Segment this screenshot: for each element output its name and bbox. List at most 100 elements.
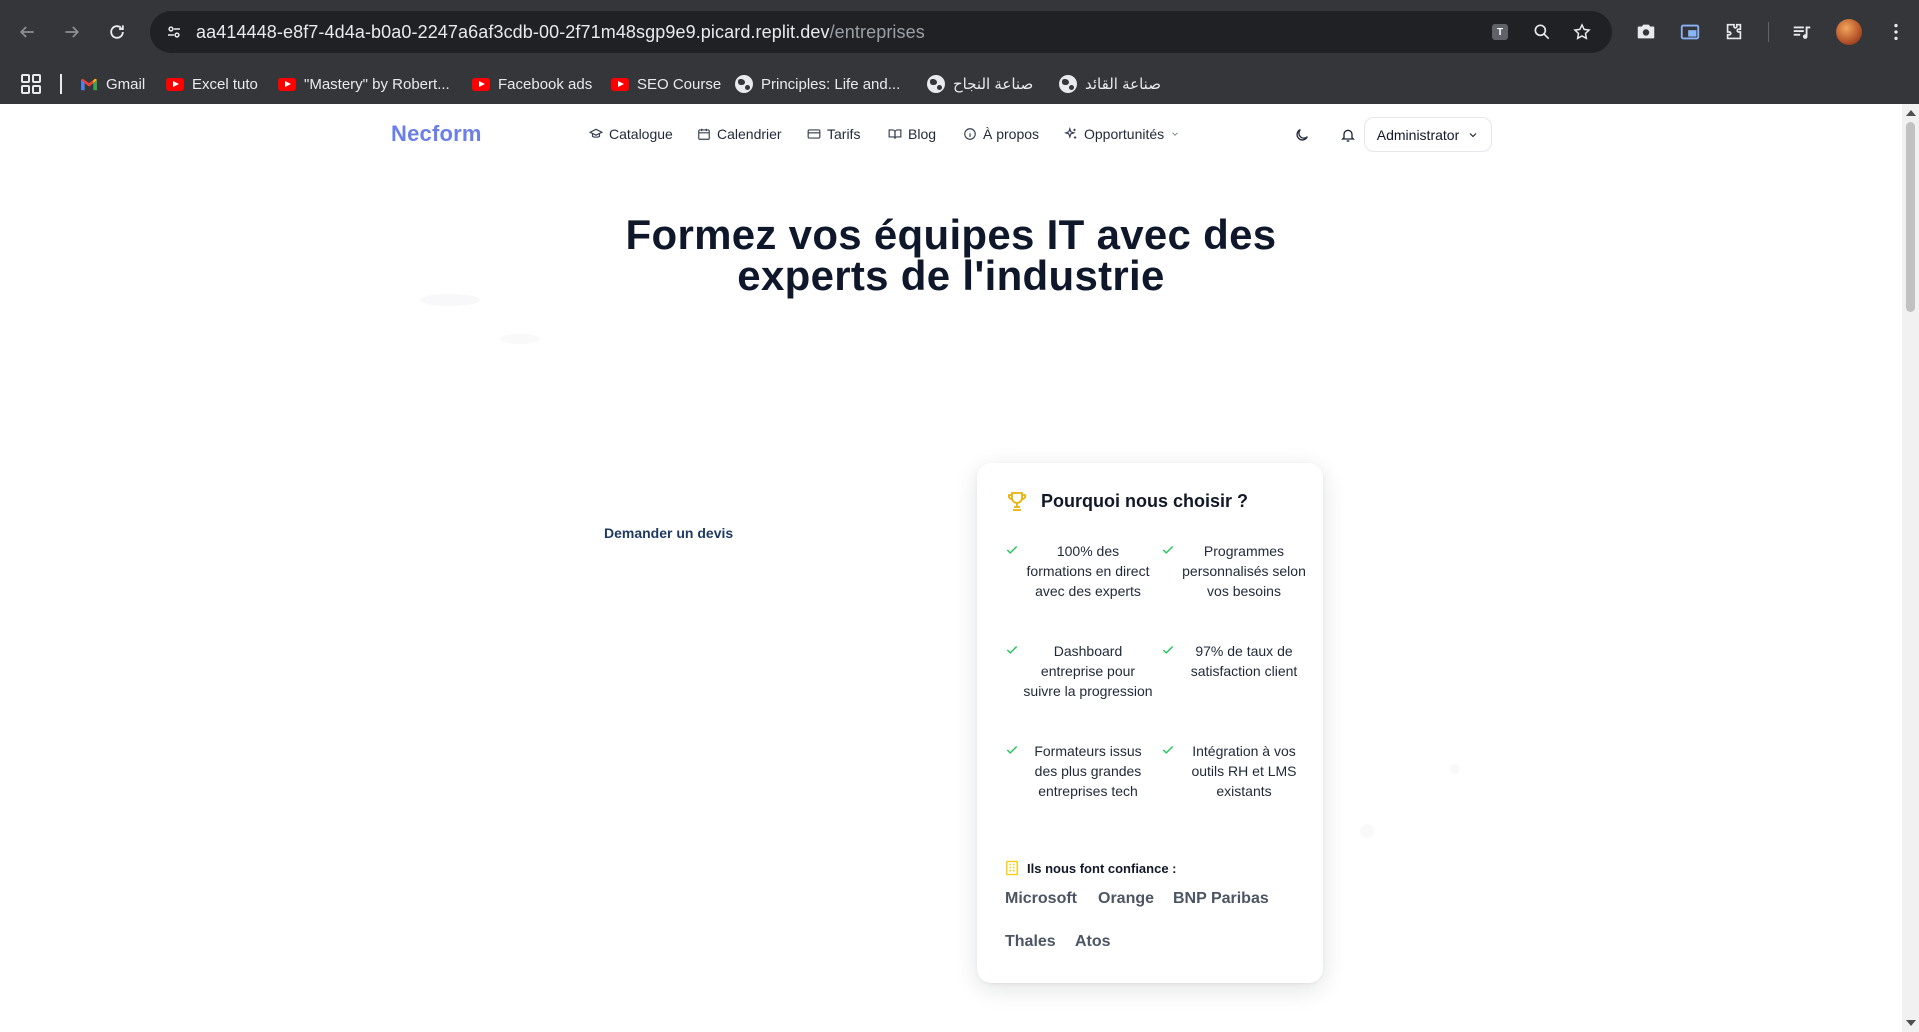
address-bar[interactable]: aa414448-e8f7-4d4a-b0a0-2247a6af3cdb-00-… (150, 11, 1612, 53)
picture-in-picture-button[interactable] (1674, 16, 1706, 48)
toolbar-divider (1768, 22, 1769, 42)
youtube-icon (611, 75, 629, 93)
bookmark-principles[interactable]: Principles: Life and... (735, 73, 900, 95)
translate-icon: T (1492, 24, 1508, 40)
nav-label: Tarifs (827, 126, 861, 142)
arrow-right-icon (65, 26, 80, 38)
feature-item: Dashboard entreprise pour suivre la prog… (1005, 641, 1155, 731)
nav-label: À propos (983, 126, 1040, 142)
arrow-left-icon (19, 26, 34, 38)
bookmark-label: Principles: Life and... (761, 75, 901, 93)
feature-item: Intégration à vos outils RH et LMS exist… (1161, 741, 1311, 831)
nav-label: Catalogue (609, 126, 673, 142)
bookmark-success[interactable]: صناعة النجاح (927, 73, 1033, 95)
scroll-down-arrow[interactable] (1906, 1020, 1916, 1026)
bookmark-excel-tuto[interactable]: Excel tuto (166, 73, 258, 95)
card-header: Pourquoi nous choisir ? (1005, 489, 1248, 513)
check-icon (1006, 546, 1018, 554)
page-scrollbar[interactable] (1902, 104, 1919, 1032)
hero-title-line-1: Formez vos équipes IT avec des (625, 211, 1277, 258)
bookmark-gmail[interactable]: Gmail (80, 73, 145, 95)
screenshot-button[interactable] (1630, 16, 1662, 48)
site-logo[interactable]: Necform (391, 121, 482, 147)
nav-a-propos[interactable]: À propos (963, 126, 1039, 142)
nav-catalogue[interactable]: Catalogue (589, 126, 673, 142)
check-icon (1006, 646, 1018, 654)
scroll-thumb[interactable] (1906, 122, 1915, 312)
client-logo-bnp-paribas: BNP Paribas (1173, 890, 1269, 907)
card-title: Pourquoi nous choisir ? (1041, 490, 1248, 511)
hero-title: Formez vos équipes IT avec des experts d… (551, 211, 1351, 299)
bookmark-label: صناعة النجاح (953, 76, 1034, 93)
youtube-icon (472, 75, 490, 93)
site-header: Necform Catalogue Calendrier Tarifs Blog… (0, 104, 1902, 168)
bookmark-mastery[interactable]: "Mastery" by Robert... (278, 73, 450, 95)
bookmarks-bar: Gmail Excel tuto "Mastery" by Robert... … (0, 64, 1919, 104)
building-icon (1006, 860, 1018, 876)
tune-icon (168, 26, 180, 38)
check-icon (1162, 746, 1174, 754)
nav-blog[interactable]: Blog (888, 126, 936, 142)
user-menu-button[interactable]: Administrator (1364, 117, 1492, 152)
back-button[interactable] (9, 14, 45, 50)
credit-card-icon (807, 129, 821, 139)
chevron-down-icon (1172, 132, 1178, 136)
nav-opportunites[interactable]: Opportunités (1064, 126, 1180, 142)
user-menu-label: Administrator (1376, 126, 1460, 143)
bookmarks-divider (60, 74, 62, 94)
site-info-button[interactable] (160, 18, 188, 46)
theme-toggle-button[interactable] (1292, 125, 1312, 145)
why-choose-us-card: Pourquoi nous choisir ? 100% des formati… (977, 463, 1323, 983)
feature-text: Dashboard entreprise pour suivre la prog… (1023, 643, 1153, 699)
bookmark-facebook-ads[interactable]: Facebook ads (472, 73, 592, 95)
notifications-button[interactable] (1338, 125, 1358, 145)
bell-icon (1341, 129, 1355, 142)
forward-button[interactable] (54, 14, 90, 50)
nav-label: Opportunités (1084, 126, 1165, 142)
bookmark-seo-course[interactable]: SEO Course (611, 73, 721, 95)
trust-heading: Ils nous font confiance : (1005, 860, 1177, 876)
globe-icon (927, 75, 945, 93)
zoom-button[interactable] (1528, 18, 1556, 46)
feature-item: Programmes personnalisés selon vos besoi… (1161, 541, 1311, 631)
gmail-icon (80, 75, 98, 93)
bookmark-leader[interactable]: صناعة القائد (1059, 73, 1161, 95)
bookmark-label: Excel tuto (192, 75, 258, 93)
feature-item: Formateurs issus des plus grandes entrep… (1005, 741, 1155, 831)
feature-item: 97% de taux de satisfaction client (1161, 641, 1311, 731)
url-text[interactable]: aa414448-e8f7-4d4a-b0a0-2247a6af3cdb-00-… (196, 22, 925, 43)
zoom-icon (1534, 24, 1550, 40)
browser-toolbar: aa414448-e8f7-4d4a-b0a0-2247a6af3cdb-00-… (0, 0, 1919, 64)
globe-icon (735, 75, 753, 93)
scroll-up-arrow[interactable] (1906, 110, 1916, 116)
browser-menu-button[interactable] (1880, 16, 1912, 48)
check-icon (1162, 546, 1174, 554)
calendar-icon (698, 128, 710, 140)
client-logo-orange: Orange (1098, 890, 1155, 907)
media-controls-button[interactable] (1786, 16, 1818, 48)
graduation-cap-icon (589, 128, 603, 138)
reload-icon (110, 25, 124, 39)
translate-button[interactable]: T (1486, 18, 1514, 46)
bookmark-star-button[interactable] (1568, 18, 1596, 46)
queue-music-icon (1793, 26, 1811, 39)
apps-button[interactable] (20, 73, 42, 95)
apps-grid-icon (21, 74, 41, 94)
youtube-icon (166, 75, 184, 93)
extensions-button[interactable] (1718, 16, 1750, 48)
profile-avatar[interactable] (1836, 19, 1862, 45)
nav-tarifs[interactable]: Tarifs (807, 126, 860, 142)
background-decoration (420, 294, 480, 306)
feature-item: 100% des formations en direct avec des e… (1005, 541, 1155, 631)
feature-text: Intégration à vos outils RH et LMS exist… (1191, 743, 1297, 799)
nav-label: Calendrier (717, 126, 782, 142)
trophy-icon (1007, 492, 1027, 511)
bookmark-label: صناعة القائد (1085, 76, 1161, 93)
youtube-icon (278, 75, 296, 93)
info-icon (964, 128, 976, 140)
nav-calendrier[interactable]: Calendrier (697, 126, 782, 142)
reload-button[interactable] (99, 14, 135, 50)
hero-title-line-2: experts de l'industrie (737, 252, 1165, 299)
request-quote-link[interactable]: Demander un devis (604, 525, 733, 541)
globe-icon (1059, 75, 1077, 93)
